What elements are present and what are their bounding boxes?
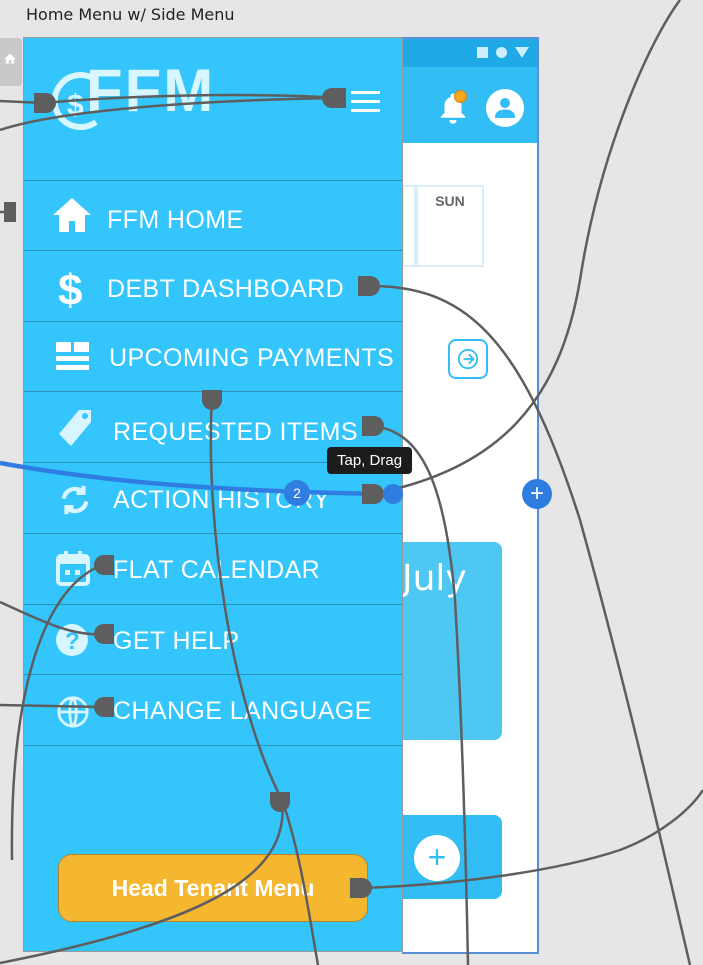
- svg-text:$: $: [67, 89, 84, 122]
- hamburger-menu-button[interactable]: [351, 91, 380, 118]
- calendar-day-header: SUN: [435, 193, 465, 209]
- forward-arrow-button[interactable]: [448, 339, 488, 379]
- menu-item-debt-dashboard[interactable]: $ DEBT DASHBOARD: [24, 250, 402, 321]
- refresh-icon: [61, 485, 89, 515]
- menu-item-ffm-home[interactable]: FFM HOME: [24, 180, 402, 250]
- calendar-day-cells: SUN: [402, 185, 486, 269]
- menu-item-get-help[interactable]: ? GET HELP: [24, 604, 402, 674]
- calendar-month: July: [402, 558, 467, 599]
- add-card: +: [402, 815, 502, 899]
- home-tab[interactable]: [0, 38, 22, 86]
- list-icon: [56, 342, 89, 370]
- canvas-title: Home Menu w/ Side Menu: [26, 5, 235, 24]
- globe-icon: [57, 696, 89, 728]
- menu-item-label: GET HELP: [113, 627, 240, 655]
- menu-item-label: FLAT CALENDAR: [113, 556, 321, 584]
- tag-icon: [59, 410, 91, 446]
- svg-text:?: ?: [65, 628, 80, 655]
- circle-status-icon: [496, 47, 507, 58]
- menu-item-label: FFM HOME: [107, 206, 244, 234]
- head-tenant-menu-button[interactable]: Head Tenant Menu: [58, 854, 368, 922]
- triangle-status-icon: [515, 47, 529, 58]
- home-screen-frame: ge July SUN +: [402, 37, 539, 954]
- calendar-card: July: [402, 542, 502, 740]
- menu-item-label: DEBT DASHBOARD: [107, 275, 345, 303]
- menu-item-label: REQUESTED ITEMS: [113, 418, 358, 446]
- home-icon: [4, 53, 16, 64]
- logo-text: FFM: [86, 57, 216, 124]
- menu-item-label: UPCOMING PAYMENTS: [109, 344, 395, 372]
- avatar[interactable]: [486, 89, 524, 127]
- square-status-icon: [477, 47, 488, 58]
- menu-item-upcoming-payments[interactable]: UPCOMING PAYMENTS: [24, 321, 402, 391]
- menu-item-change-language[interactable]: CHANGE LANGUAGE: [24, 674, 402, 745]
- calendar-cell[interactable]: [402, 185, 416, 267]
- arrow-right-icon: [457, 348, 479, 370]
- help-icon: ?: [56, 624, 88, 656]
- connection-count-badge: 2: [284, 480, 310, 506]
- drag-tooltip: Tap, Drag: [327, 447, 413, 474]
- dollar-icon: $: [58, 266, 82, 311]
- add-connection-button[interactable]: +: [522, 479, 552, 509]
- calendar-icon: [56, 551, 90, 586]
- status-bar: [402, 39, 537, 67]
- user-icon: [495, 98, 515, 118]
- notification-dot: [454, 90, 467, 103]
- side-menu: $ FFM FFM HOME $ DEBT DASHBOARD UPCOMING…: [23, 37, 403, 952]
- add-button[interactable]: +: [414, 835, 460, 881]
- menu-item-flat-calendar[interactable]: FLAT CALENDAR: [24, 533, 402, 604]
- svg-text:$: $: [58, 266, 82, 311]
- menu-divider: [24, 745, 402, 746]
- menu-item-label: CHANGE LANGUAGE: [113, 697, 372, 725]
- home-icon: [53, 198, 91, 232]
